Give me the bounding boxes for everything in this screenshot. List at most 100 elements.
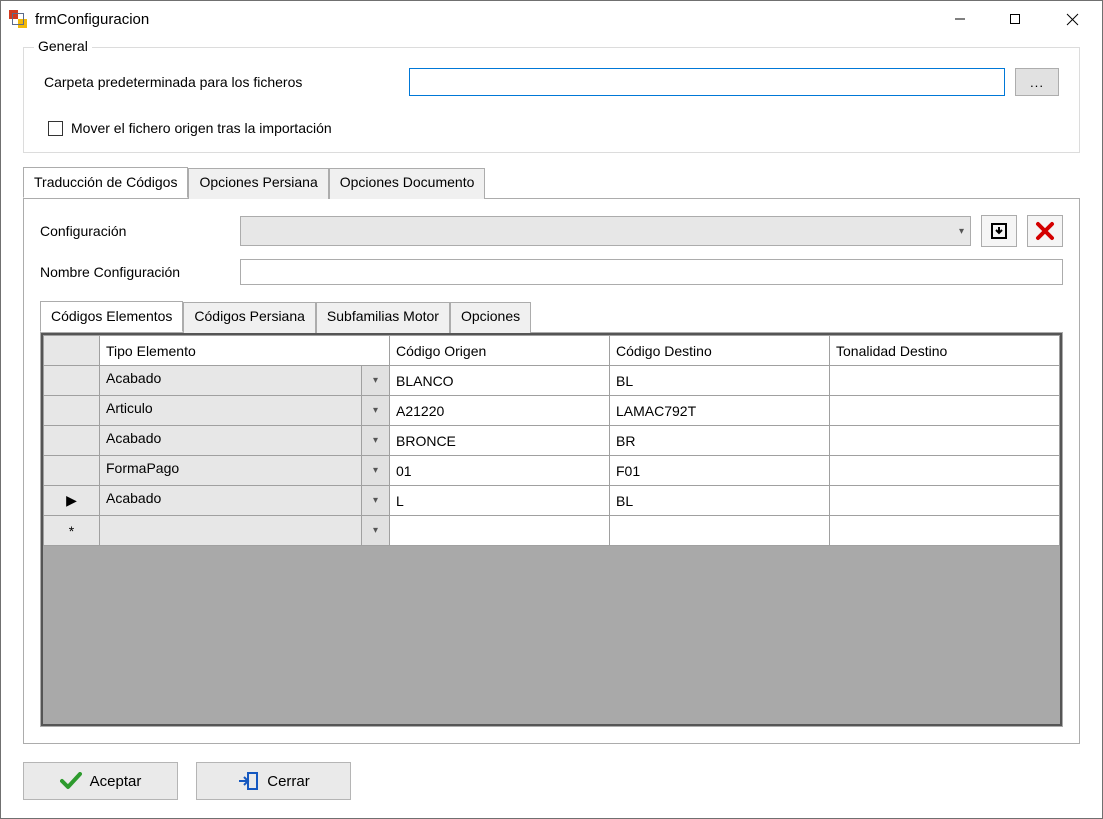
ellipsis-icon: ... xyxy=(1030,75,1044,90)
cell-tipo[interactable]: Acabado▾ xyxy=(100,366,390,396)
minimize-button[interactable] xyxy=(932,1,987,37)
cell-destino[interactable]: LAMAC792T xyxy=(610,396,830,426)
close-icon xyxy=(1066,13,1079,26)
outer-tabstrip: Traducción de Códigos Opciones Persiana … xyxy=(23,167,1080,198)
row-header[interactable] xyxy=(44,366,100,396)
inner-tabstrip: Códigos Elementos Códigos Persiana Subfa… xyxy=(40,301,1063,332)
cell-tonalidad[interactable] xyxy=(830,516,1060,546)
tab-opciones-persiana[interactable]: Opciones Persiana xyxy=(188,168,328,199)
general-legend: General xyxy=(34,38,92,54)
config-label: Configuración xyxy=(40,223,240,239)
row-header[interactable] xyxy=(44,396,100,426)
cell-tipo[interactable]: Acabado▾ xyxy=(100,426,390,456)
cell-tonalidad[interactable] xyxy=(830,396,1060,426)
col-codigo-origen[interactable]: Código Origen xyxy=(390,336,610,366)
config-name-label: Nombre Configuración xyxy=(40,264,240,280)
titlebar: frmConfiguracion xyxy=(1,1,1102,37)
config-row: Configuración ▾ xyxy=(40,215,1063,247)
cell-tipo[interactable]: FormaPago▾ xyxy=(100,456,390,486)
cell-origen[interactable]: L xyxy=(390,486,610,516)
col-codigo-destino[interactable]: Código Destino xyxy=(610,336,830,366)
cell-destino[interactable]: BR xyxy=(610,426,830,456)
tab-subfamilias-motor[interactable]: Subfamilias Motor xyxy=(316,302,450,333)
save-config-button[interactable] xyxy=(981,215,1017,247)
tab-opciones-documento[interactable]: Opciones Documento xyxy=(329,168,486,199)
save-icon xyxy=(989,221,1009,241)
grid-corner xyxy=(44,336,100,366)
chevron-down-icon: ▾ xyxy=(959,226,964,237)
delete-config-button[interactable] xyxy=(1027,215,1063,247)
tab-traduccion-codigos[interactable]: Traducción de Códigos xyxy=(23,167,188,198)
maximize-icon xyxy=(1009,13,1021,25)
grid-header-row: Tipo Elemento Código Origen Código Desti… xyxy=(44,336,1060,366)
col-tonalidad-destino[interactable]: Tonalidad Destino xyxy=(830,336,1060,366)
cell-tonalidad[interactable] xyxy=(830,456,1060,486)
outer-tab-body: Configuración ▾ xyxy=(23,198,1080,744)
cell-destino[interactable] xyxy=(610,516,830,546)
outer-tabs: Traducción de Códigos Opciones Persiana … xyxy=(23,167,1080,744)
cell-origen[interactable]: 01 xyxy=(390,456,610,486)
tab-codigos-elementos[interactable]: Códigos Elementos xyxy=(40,301,183,332)
chevron-down-icon[interactable]: ▾ xyxy=(361,366,389,395)
delete-icon xyxy=(1034,220,1056,242)
table-row[interactable]: Acabado▾ BRONCE BR xyxy=(44,426,1060,456)
chevron-down-icon[interactable]: ▾ xyxy=(361,456,389,485)
table-row[interactable]: FormaPago▾ 01 F01 xyxy=(44,456,1060,486)
config-name-input[interactable] xyxy=(240,259,1063,285)
check-icon xyxy=(60,772,82,790)
cell-origen[interactable]: A21220 xyxy=(390,396,610,426)
cell-tonalidad[interactable] xyxy=(830,486,1060,516)
titlebar-left: frmConfiguracion xyxy=(9,10,149,28)
inner-tabs: Códigos Elementos Códigos Persiana Subfa… xyxy=(40,301,1063,727)
grid-table: Tipo Elemento Código Origen Código Desti… xyxy=(43,335,1060,546)
cell-tonalidad[interactable] xyxy=(830,366,1060,396)
cell-tipo[interactable]: ▾ xyxy=(100,516,390,546)
chevron-down-icon[interactable]: ▾ xyxy=(361,396,389,425)
browse-folder-button[interactable]: ... xyxy=(1015,68,1059,96)
grid[interactable]: Tipo Elemento Código Origen Código Desti… xyxy=(41,333,1062,726)
close-window-button[interactable] xyxy=(1042,1,1102,37)
folder-row: Carpeta predeterminada para los ficheros… xyxy=(44,68,1059,96)
move-file-checkbox[interactable] xyxy=(48,121,63,136)
cell-destino[interactable]: BL xyxy=(610,366,830,396)
folder-label: Carpeta predeterminada para los ficheros xyxy=(44,74,409,90)
table-row[interactable]: ▶ Acabado▾ L BL xyxy=(44,486,1060,516)
minimize-icon xyxy=(954,13,966,25)
cell-destino[interactable]: F01 xyxy=(610,456,830,486)
client-area: General Carpeta predeterminada para los … xyxy=(1,37,1102,818)
general-groupbox: General Carpeta predeterminada para los … xyxy=(23,47,1080,153)
table-row[interactable]: Acabado▾ BLANCO BL xyxy=(44,366,1060,396)
accept-button[interactable]: Aceptar xyxy=(23,762,178,800)
row-header-new[interactable]: * xyxy=(44,516,100,546)
row-header-current[interactable]: ▶ xyxy=(44,486,100,516)
chevron-down-icon[interactable]: ▾ xyxy=(361,426,389,455)
move-file-row: Mover el fichero origen tras la importac… xyxy=(44,120,1059,136)
chevron-down-icon[interactable]: ▾ xyxy=(361,486,389,515)
close-button[interactable]: Cerrar xyxy=(196,762,351,800)
table-row[interactable]: Articulo▾ A21220 LAMAC792T xyxy=(44,396,1060,426)
row-header[interactable] xyxy=(44,426,100,456)
app-icon xyxy=(9,10,27,28)
cell-tonalidad[interactable] xyxy=(830,426,1060,456)
cell-destino[interactable]: BL xyxy=(610,486,830,516)
grid-empty-area xyxy=(43,546,1060,724)
move-file-label: Mover el fichero origen tras la importac… xyxy=(71,120,332,136)
cell-tipo[interactable]: Acabado▾ xyxy=(100,486,390,516)
col-tipo-elemento[interactable]: Tipo Elemento xyxy=(100,336,390,366)
table-new-row[interactable]: * ▾ xyxy=(44,516,1060,546)
row-header[interactable] xyxy=(44,456,100,486)
cell-origen[interactable]: BLANCO xyxy=(390,366,610,396)
config-combobox[interactable]: ▾ xyxy=(240,216,971,246)
window-buttons xyxy=(932,1,1102,37)
config-name-row: Nombre Configuración xyxy=(40,259,1063,285)
folder-input[interactable] xyxy=(409,68,1005,96)
tab-codigos-persiana[interactable]: Códigos Persiana xyxy=(183,302,316,333)
maximize-button[interactable] xyxy=(987,1,1042,37)
cell-origen[interactable] xyxy=(390,516,610,546)
chevron-down-icon[interactable]: ▾ xyxy=(361,516,389,545)
window-frame: frmConfiguracion General Carpeta predete… xyxy=(0,0,1103,819)
tab-opciones[interactable]: Opciones xyxy=(450,302,531,333)
window-title: frmConfiguracion xyxy=(35,11,149,28)
cell-origen[interactable]: BRONCE xyxy=(390,426,610,456)
cell-tipo[interactable]: Articulo▾ xyxy=(100,396,390,426)
